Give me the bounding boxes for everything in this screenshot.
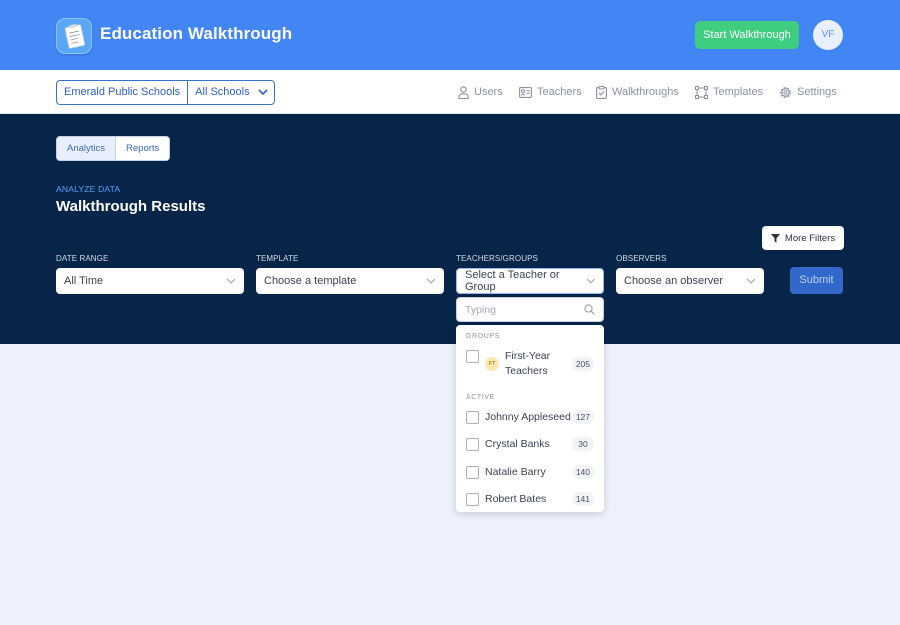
count-badge: 141: [571, 492, 594, 506]
chevron-down-icon: [226, 278, 236, 284]
id-card-icon: [519, 86, 532, 98]
date-range-select[interactable]: All Time: [56, 268, 244, 294]
teachers-groups-select[interactable]: Select a Teacher or Group: [456, 268, 604, 294]
teachers-groups-label: TEACHERS/GROUPS: [456, 254, 538, 263]
nav-templates[interactable]: Templates: [695, 85, 763, 99]
count-badge: 127: [571, 410, 594, 424]
more-filters-label: More Filters: [784, 232, 836, 244]
school-label: All Schools: [195, 86, 250, 98]
nav-users[interactable]: Users: [458, 85, 503, 99]
tab-reports[interactable]: Reports: [116, 137, 170, 160]
template-value: Choose a template: [264, 275, 357, 287]
checkbox[interactable]: [466, 466, 479, 479]
filters-panel: Analytics Reports ANALYZE DATA Walkthrou…: [0, 114, 900, 344]
school-switcher: Emerald Public Schools All Schools: [56, 80, 275, 105]
nav-users-label: Users: [474, 86, 503, 98]
gear-icon: [780, 86, 791, 98]
date-range-label: DATE RANGE: [56, 254, 109, 263]
nav-walkthroughs-label: Walkthroughs: [612, 86, 679, 98]
teacher-search-input[interactable]: Typing: [456, 297, 604, 322]
nav-templates-label: Templates: [713, 86, 764, 98]
count-badge: 205: [571, 357, 594, 371]
observers-label: OBSERVERS: [616, 254, 667, 263]
count-badge: 30: [572, 437, 594, 451]
observers-select[interactable]: Choose an observer: [616, 268, 764, 294]
active-section-label: ACTIVE: [466, 394, 495, 401]
template-icon: [695, 85, 708, 99]
checkbox[interactable]: [466, 493, 479, 506]
chevron-down-icon: [746, 278, 756, 284]
nav-teachers[interactable]: Teachers: [519, 85, 582, 99]
section-eyebrow: ANALYZE DATA: [56, 184, 121, 194]
school-selector[interactable]: All Schools: [188, 81, 273, 104]
groups-section-label: GROUPS: [466, 333, 500, 340]
more-filters-button[interactable]: More Filters: [762, 226, 844, 250]
user-icon: [458, 85, 469, 99]
teacher-name: Johnny Appleseed: [485, 411, 571, 423]
nav-settings[interactable]: Settings: [779, 85, 837, 99]
district-selector[interactable]: Emerald Public Schools: [57, 81, 189, 104]
checkbox[interactable]: [466, 350, 479, 363]
teacher-name: Crystal Banks: [485, 438, 550, 450]
group-name-line2: Teachers: [505, 365, 548, 377]
teacher-name: Robert Bates: [485, 493, 547, 505]
nav-walkthroughs[interactable]: Walkthroughs: [596, 85, 679, 99]
nav-settings-label: Settings: [797, 86, 837, 98]
search-icon: [584, 304, 595, 315]
view-tabs: Analytics Reports: [56, 136, 171, 161]
submit-button[interactable]: Submit: [790, 267, 843, 294]
top-bar: Education Walkthrough Start Walkthrough …: [0, 0, 900, 70]
page-title: Walkthrough Results: [56, 198, 206, 215]
count-badge: 140: [571, 465, 594, 479]
nav-bar: Emerald Public Schools All Schools Users…: [0, 70, 900, 114]
template-label: TEMPLATE: [256, 254, 299, 263]
group-chip: FT: [485, 357, 499, 371]
chevron-down-icon: [426, 278, 436, 284]
checkbox[interactable]: [466, 438, 479, 451]
checkbox[interactable]: [466, 411, 479, 424]
app-logo-icon[interactable]: [56, 18, 92, 54]
template-select[interactable]: Choose a template: [256, 268, 444, 294]
app-title: Education Walkthrough: [100, 24, 293, 43]
nav-teachers-label: Teachers: [537, 86, 582, 98]
date-range-value: All Time: [64, 275, 104, 287]
search-placeholder: Typing: [465, 303, 496, 316]
chevron-down-icon: [258, 89, 268, 96]
filter-icon: [770, 233, 780, 243]
tab-analytics[interactable]: Analytics: [57, 137, 117, 160]
group-name-line1: First-Year: [505, 350, 551, 362]
teachers-groups-dropdown: GROUPS FT First-Year Teachers 205 ACTIVE…: [456, 325, 604, 512]
chevron-down-icon: [586, 278, 595, 284]
start-walkthrough-button[interactable]: Start Walkthrough: [695, 21, 799, 49]
teacher-name: Natalie Barry: [485, 466, 546, 478]
teachers-groups-value: Select a Teacher or Group: [465, 269, 560, 293]
avatar[interactable]: VF: [813, 20, 843, 50]
observers-value: Choose an observer: [624, 275, 724, 287]
clipboard-icon: [596, 85, 607, 99]
